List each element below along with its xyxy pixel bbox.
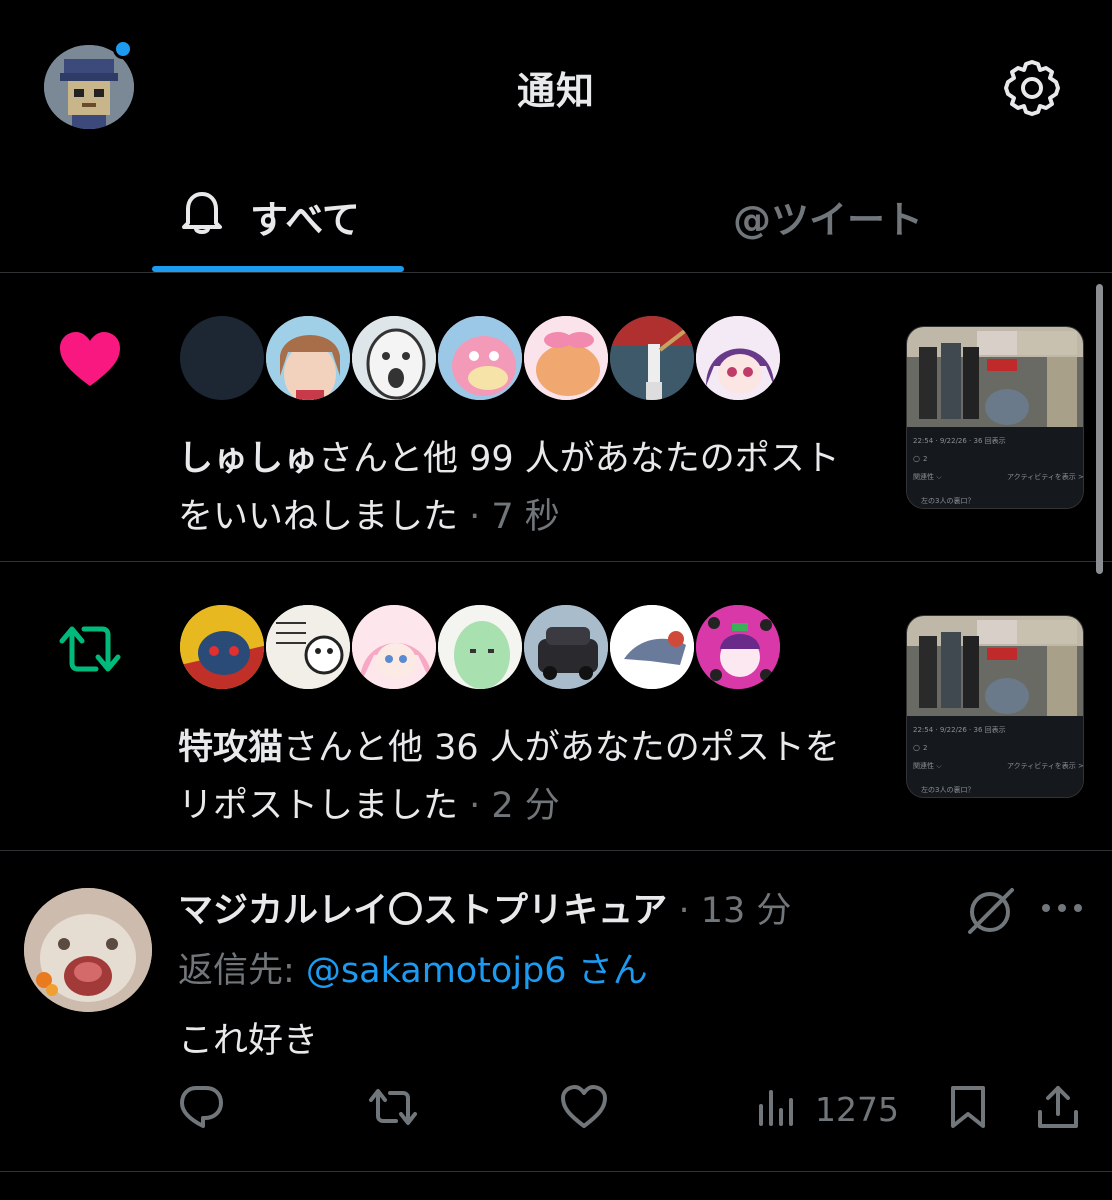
thumb-activity: アクティビティを表示 > [1007, 472, 1084, 481]
reply-author-name[interactable]: マジカルレイ〇ストプリキュア [178, 891, 667, 931]
heart-icon [58, 330, 122, 390]
thumb-caption: 左の3人の裏口？ [921, 785, 974, 794]
svg-text:○: ○ [913, 743, 920, 752]
avatar[interactable] [694, 314, 782, 402]
bookmark-icon[interactable] [948, 1084, 988, 1136]
thumb-reply-count: 2 [923, 744, 927, 752]
reply-post[interactable]: マジカルレイ〇ストプリキュア · 13 分 返信先: @sakamotojp6 … [0, 852, 1112, 1172]
svg-text:○: ○ [913, 454, 920, 463]
reply-header: マジカルレイ〇ストプリキュア · 13 分 [178, 891, 792, 931]
reply-to-line: 返信先: @sakamotojp6 さん [178, 942, 648, 993]
avatar[interactable] [608, 314, 696, 402]
grok-slash-icon[interactable] [964, 884, 1020, 936]
repost-action-icon[interactable] [368, 1084, 418, 1136]
share-icon[interactable] [1036, 1084, 1080, 1136]
notification-tabs: すべて @ツイート [0, 175, 1112, 273]
notification-time: 7 秒 [491, 497, 560, 537]
thumb-reply-count: 2 [923, 455, 927, 463]
thumb-relevance: 関連性 ⌵ [913, 472, 942, 481]
thumb-activity: アクティビティを表示 > [1007, 761, 1084, 770]
avatar[interactable] [694, 603, 782, 691]
avatar[interactable] [522, 603, 610, 691]
avatar[interactable] [522, 314, 610, 402]
views-icon[interactable] [756, 1084, 796, 1136]
scrollbar[interactable] [1096, 284, 1103, 574]
views-count: 1275 [815, 1090, 899, 1129]
avatar[interactable] [178, 314, 266, 402]
tab-mentions[interactable]: @ツイート [733, 189, 923, 244]
reply-avatar[interactable] [24, 888, 152, 1012]
thumb-meta: 22:54 · 9/22/26 · 36 回表示 [913, 725, 1006, 734]
actor-name[interactable]: しゅしゅ [178, 439, 318, 479]
avatar[interactable] [436, 314, 524, 402]
reply-icon[interactable] [178, 1084, 224, 1136]
settings-gear-icon[interactable] [1000, 56, 1064, 120]
reply-to-handle[interactable]: @sakamotojp6 [306, 951, 567, 991]
active-tab-indicator [152, 266, 404, 272]
avatar[interactable] [264, 603, 352, 691]
avatar[interactable] [178, 603, 266, 691]
bell-icon [180, 189, 224, 235]
avatar[interactable] [264, 314, 352, 402]
reply-time: 13 分 [700, 891, 792, 931]
tab-all[interactable]: すべて [150, 175, 405, 273]
notification-time: 2 分 [491, 786, 560, 826]
avatar[interactable] [350, 314, 438, 402]
tab-all-label: すべて [250, 198, 360, 242]
notification-like[interactable]: しゅしゅさんと他 99 人があなたのポストをいいねしました · 7 秒 22:5… [0, 274, 1112, 562]
like-outline-icon[interactable] [560, 1084, 608, 1136]
more-options-icon[interactable] [1040, 900, 1084, 914]
reply-text: これ好き [178, 1021, 319, 1061]
page-title: 通知 [516, 69, 595, 113]
notification-repost[interactable]: 特攻猫さんと他 36 人があなたのポストをリポストしました · 2 分 22:5… [0, 563, 1112, 851]
thumb-meta: 22:54 · 9/22/26 · 36 回表示 [913, 436, 1006, 445]
actor-name[interactable]: 特攻猫 [178, 728, 283, 768]
reply-to-label: 返信先: [178, 951, 306, 991]
post-thumbnail[interactable]: 22:54 · 9/22/26 · 36 回表示 ○ 2 関連性 ⌵ アクティビ… [906, 615, 1084, 798]
avatar[interactable] [350, 603, 438, 691]
post-thumbnail[interactable]: 22:54 · 9/22/26 · 36 回表示 ○ 2 関連性 ⌵ アクティビ… [906, 326, 1084, 509]
top-bar: 通知 [0, 0, 1112, 175]
notification-text: 特攻猫さんと他 36 人があなたのポストをリポストしました · 2 分 [178, 728, 840, 826]
unread-dot [113, 39, 133, 59]
reply-to-suffix: さん [566, 951, 648, 991]
avatar[interactable] [436, 603, 524, 691]
thumb-caption: 左の3人の裏口？ [921, 496, 974, 505]
avatar[interactable] [608, 603, 696, 691]
notification-text: しゅしゅさんと他 99 人があなたのポストをいいねしました · 7 秒 [178, 439, 840, 537]
thumb-relevance: 関連性 ⌵ [913, 761, 942, 770]
repost-icon [58, 619, 122, 679]
action-bar: 1275 [0, 1084, 1112, 1144]
